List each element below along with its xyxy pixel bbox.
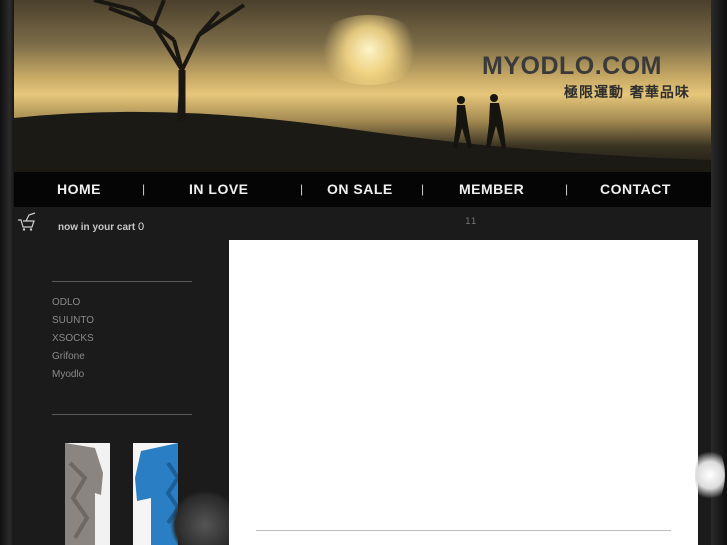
- cart-count: 0: [138, 221, 145, 233]
- left-edge: [0, 0, 14, 545]
- nav-separator: |: [421, 182, 425, 196]
- nav-contact[interactable]: CONTACT: [600, 181, 671, 197]
- cart-status: now in your cart 0: [58, 221, 144, 233]
- cart-label: now in your cart: [58, 222, 136, 233]
- sidebar-item-suunto[interactable]: SUUNTO: [52, 315, 94, 333]
- page-indicator: 11: [465, 217, 477, 227]
- site-tagline: 極限運動 奢華品味: [564, 85, 690, 101]
- sidebar-divider-top: [52, 281, 192, 282]
- shopping-cart-icon[interactable]: [17, 212, 37, 232]
- content-divider: [256, 530, 671, 531]
- nav-on-sale[interactable]: ON SALE: [327, 181, 393, 197]
- sidebar-divider-bottom: [52, 414, 192, 415]
- nav-separator: |: [300, 182, 304, 196]
- site-brand: MYODLO.COM: [482, 52, 662, 80]
- nav-home[interactable]: HOME: [57, 181, 101, 197]
- brand-list: ODLO SUUNTO XSOCKS Grifone Myodlo: [52, 297, 94, 387]
- hero-banner: MYODLO.COM 極限運動 奢華品味: [14, 0, 711, 172]
- sidebar-item-xsocks[interactable]: XSOCKS: [52, 333, 94, 351]
- sidebar-item-odlo[interactable]: ODLO: [52, 297, 94, 315]
- main-content: [229, 240, 698, 545]
- page: MYODLO.COM 極限運動 奢華品味 HOME | IN LOVE | ON…: [0, 0, 727, 545]
- nav-in-love[interactable]: IN LOVE: [189, 181, 249, 197]
- nav-separator: |: [565, 182, 569, 196]
- decorative-glow: [695, 445, 725, 505]
- product-thumbnail-grey-shirt[interactable]: [65, 443, 110, 545]
- main-nav: HOME | IN LOVE | ON SALE | MEMBER | CONT…: [14, 172, 711, 207]
- sidebar-item-myodlo[interactable]: Myodlo: [52, 369, 94, 387]
- nav-member[interactable]: MEMBER: [459, 181, 524, 197]
- nav-separator: |: [142, 182, 146, 196]
- sidebar-item-grifone[interactable]: Grifone: [52, 351, 94, 369]
